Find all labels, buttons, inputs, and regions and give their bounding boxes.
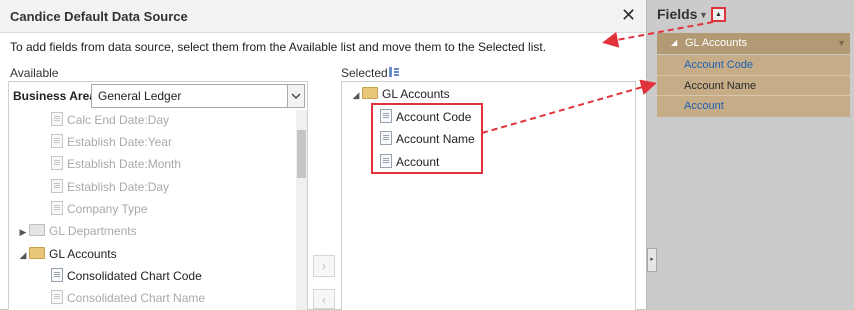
- annotation-arrow-to-instructions: [602, 21, 714, 48]
- annotation-arrow-to-fields: [481, 79, 657, 134]
- annotation-arrows: [481, 21, 714, 134]
